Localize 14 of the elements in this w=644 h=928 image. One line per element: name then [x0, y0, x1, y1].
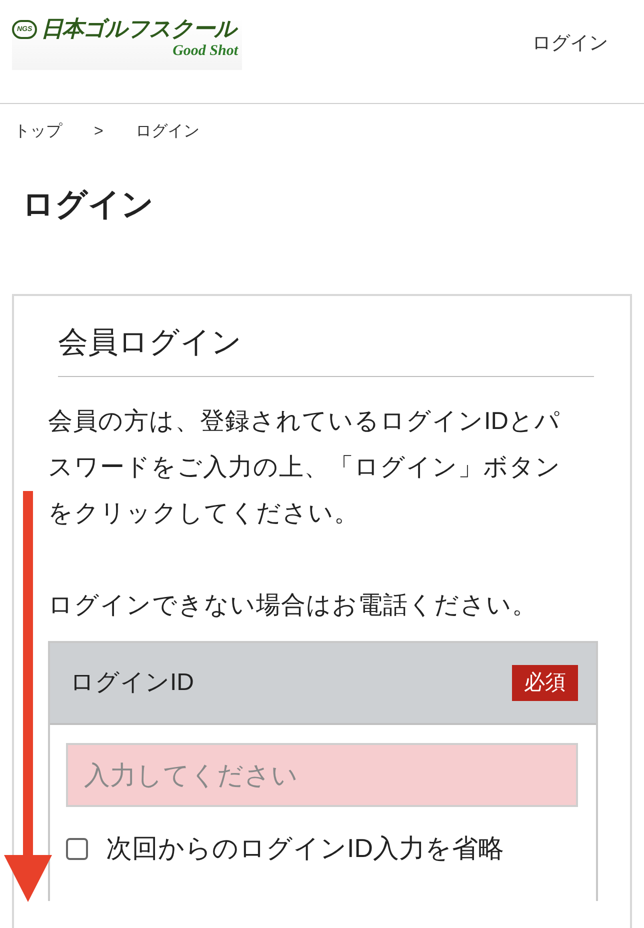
instruction-text: ログインできない場合はお電話ください。 [48, 591, 538, 621]
breadcrumb-separator: > [94, 122, 104, 142]
login-link[interactable]: ログイン [532, 30, 608, 58]
card-heading: 会員ログイン [58, 296, 594, 377]
instruction-text: 会員の方は、登録されているログインIDとパスワードをご入力の上、「ログイン」ボタンをクリックしてください。 [48, 407, 562, 529]
breadcrumb-current: ログイン [135, 122, 200, 142]
login-id-field[interactable]: 入力してください [66, 743, 578, 807]
breadcrumb-link[interactable]: トップ [14, 120, 62, 144]
remember-label: 次回からのログインID入力を省略 [106, 832, 504, 865]
page-title: ログイン [21, 188, 155, 220]
required-badge: 必須 [512, 665, 578, 701]
field-label: ログインID [70, 668, 194, 698]
remember-checkbox[interactable] [66, 838, 88, 860]
scroll-down-arrow-icon [4, 491, 52, 903]
